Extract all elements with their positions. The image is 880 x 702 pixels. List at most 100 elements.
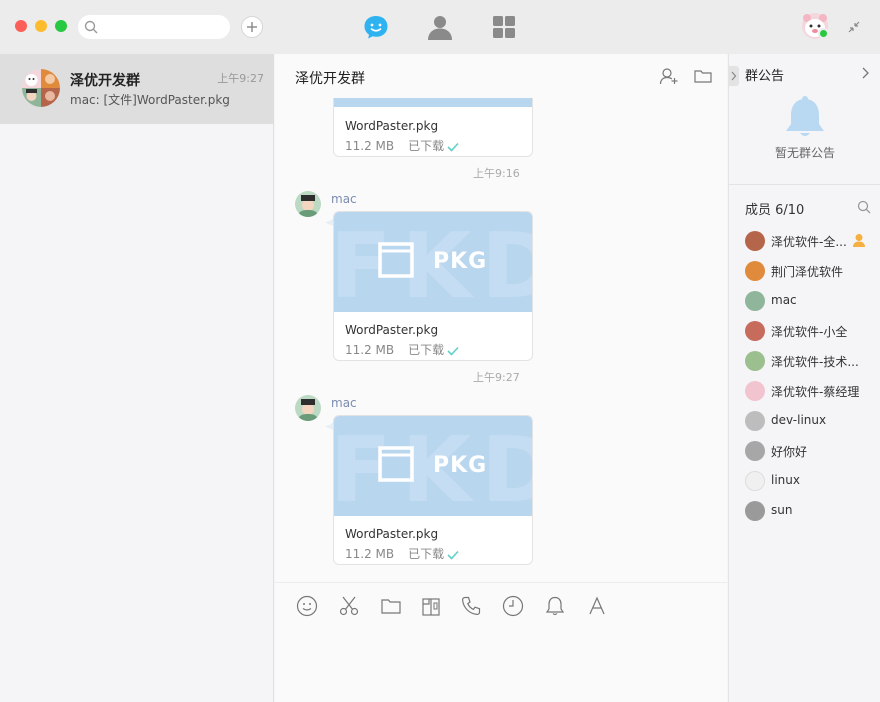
online-status-badge [818, 28, 829, 39]
add-button[interactable] [241, 16, 263, 38]
file-message-card[interactable]: WordPaster.pkg 11.2 MB 已下载 [333, 92, 533, 157]
file-extension: PKG [433, 249, 488, 274]
chat-title: 泽优开发群 [295, 71, 365, 87]
file-meta: 11.2 MB 已下载 [345, 341, 459, 358]
conversation-item[interactable]: 泽优开发群 上午9:27 mac: [文件]WordPaster.pkg [0, 54, 274, 124]
composer-toolbar [275, 582, 727, 626]
file-meta: 11.2 MB 已下载 [345, 545, 459, 562]
member-name: 荆门泽优软件 [771, 265, 844, 279]
file-thumbnail: FKD PKG [334, 212, 532, 312]
member-name: linux [771, 473, 800, 487]
member-item[interactable]: 荆门泽优软件 [745, 260, 877, 282]
member-item[interactable]: sun [745, 500, 877, 522]
member-name: sun [771, 503, 793, 517]
member-avatar [745, 351, 765, 371]
title-bar [0, 0, 880, 54]
sender-name: mac [331, 396, 357, 410]
gift-icon[interactable] [420, 595, 442, 617]
phone-icon[interactable] [460, 595, 482, 617]
search-icon [84, 20, 98, 34]
bell-icon[interactable] [544, 595, 566, 617]
member-avatar [745, 261, 765, 281]
group-info-panel: 群公告 暂无群公告 成员 6/10 泽优软件-全... 荆门泽优软件 mac 泽… [728, 54, 880, 702]
member-avatar [745, 291, 765, 311]
member-item[interactable]: 泽优软件-小全 [745, 320, 877, 342]
member-item[interactable]: 泽优软件-蔡经理 [745, 380, 877, 402]
file-extension: PKG [433, 453, 488, 478]
download-status: 已下载 [408, 343, 445, 357]
member-item[interactable]: mac [745, 290, 877, 312]
chat-header: 泽优开发群 [275, 54, 727, 98]
group-notice-title: 群公告 [745, 69, 785, 84]
members-title: 成员 6/10 [745, 203, 805, 218]
member-name: 泽优软件-小全 [771, 325, 848, 339]
download-status: 已下载 [408, 139, 445, 153]
member-avatar [745, 381, 765, 401]
member-name: 泽优软件-全... [771, 235, 847, 249]
member-name: mac [771, 293, 797, 307]
member-item[interactable]: 泽优软件-技术... [745, 350, 877, 372]
member-name: dev-linux [771, 413, 827, 427]
file-message-card[interactable]: FKD PKG WordPaster.pkg 11.2 MB 已下载 [333, 415, 533, 565]
member-item[interactable]: dev-linux [745, 410, 877, 432]
check-icon [447, 346, 459, 356]
search-icon[interactable] [857, 200, 871, 214]
member-name: 泽优软件-蔡经理 [771, 385, 860, 399]
member-item[interactable]: linux [745, 470, 877, 492]
scissors-icon[interactable] [338, 595, 360, 617]
member-name: 泽优软件-技术... [771, 355, 859, 369]
file-size: 11.2 MB [345, 343, 395, 357]
file-type-icon [378, 446, 414, 482]
bell-icon [786, 96, 824, 136]
file-name: WordPaster.pkg [345, 527, 439, 541]
member-avatar [745, 321, 765, 341]
apps-nav-icon[interactable] [490, 13, 518, 41]
shrink-window-icon[interactable] [846, 19, 862, 35]
divider [729, 184, 880, 185]
search-box[interactable] [78, 15, 230, 39]
folder-icon[interactable] [380, 595, 402, 617]
group-avatar [22, 69, 60, 107]
conversation-preview: mac: [文件]WordPaster.pkg [70, 93, 230, 107]
file-name: WordPaster.pkg [345, 119, 439, 133]
search-input[interactable] [104, 18, 222, 36]
sender-avatar [295, 395, 321, 421]
conversation-name: 泽优开发群 [70, 73, 140, 89]
check-icon [447, 142, 459, 152]
window-maximize-button[interactable] [55, 20, 67, 32]
clock-icon[interactable] [502, 595, 524, 617]
chat-panel: WordPaster.pkg 11.2 MB 已下载 上午9:16 泽优开发群 m… [275, 54, 727, 702]
emoji-icon[interactable] [296, 595, 318, 617]
contacts-nav-icon[interactable] [426, 13, 454, 41]
member-name: 好你好 [771, 445, 808, 459]
file-message-card[interactable]: FKD PKG WordPaster.pkg 11.2 MB 已下载 [333, 211, 533, 361]
file-size: 11.2 MB [345, 547, 395, 561]
file-size: 11.2 MB [345, 139, 395, 153]
file-meta: 11.2 MB 已下载 [345, 137, 459, 154]
download-status: 已下载 [408, 547, 445, 561]
chevron-right-icon [731, 71, 737, 81]
plus-icon [247, 22, 257, 32]
owner-icon [853, 234, 865, 247]
sender-name: mac [331, 192, 357, 206]
font-icon[interactable] [586, 595, 608, 617]
collapse-panel-button[interactable] [729, 66, 739, 86]
member-avatar [745, 471, 765, 491]
add-member-icon[interactable] [659, 66, 679, 86]
file-thumbnail: FKD PKG [334, 416, 532, 516]
group-notice-empty: 暂无群公告 [774, 146, 835, 160]
check-icon [447, 550, 459, 560]
member-item[interactable]: 好你好 [745, 440, 877, 462]
member-avatar [745, 501, 765, 521]
message-input[interactable] [275, 626, 727, 702]
chevron-right-icon[interactable] [860, 67, 870, 79]
folder-icon[interactable] [693, 66, 713, 86]
file-name: WordPaster.pkg [345, 323, 439, 337]
message-time: 上午9:16 [473, 167, 520, 180]
window-minimize-button[interactable] [35, 20, 47, 32]
window-close-button[interactable] [15, 20, 27, 32]
message-time: 上午9:27 [473, 371, 520, 384]
member-avatar [745, 411, 765, 431]
chat-nav-icon[interactable] [362, 13, 390, 41]
member-item[interactable]: 泽优软件-全... [745, 230, 877, 252]
